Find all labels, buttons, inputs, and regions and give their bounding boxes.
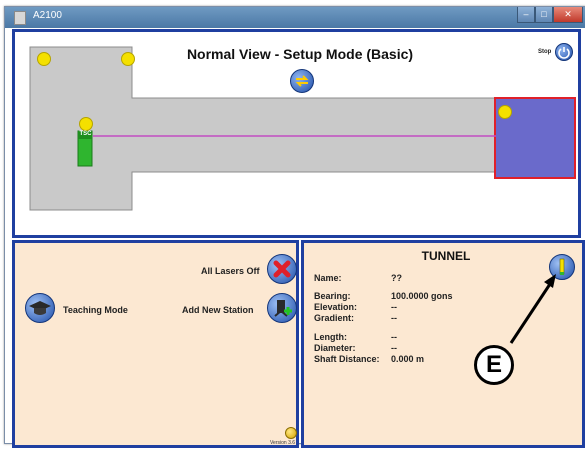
add-new-station-label: Add New Station xyxy=(182,305,254,315)
callout-e-label: E xyxy=(474,345,514,385)
version-label: Version 3.6 xyxy=(270,440,296,446)
add-station-icon xyxy=(274,300,292,317)
maximize-button[interactable]: □ xyxy=(535,7,553,23)
site-map xyxy=(29,46,576,211)
power-icon xyxy=(558,47,570,59)
tsc-label: TSC xyxy=(79,131,92,137)
normal-view-panel: TSC Normal View - Setup Mode (Basic) Sto… xyxy=(12,29,581,238)
view-title: Normal View - Setup Mode (Basic) xyxy=(186,46,414,62)
window-title: A2100 xyxy=(33,10,62,21)
callout-arrow xyxy=(509,274,556,344)
close-button[interactable]: ✕ xyxy=(553,7,583,23)
swap-arrows-icon xyxy=(295,75,309,87)
app-icon xyxy=(14,11,26,25)
add-new-station-button[interactable] xyxy=(267,293,297,323)
graduation-cap-icon xyxy=(29,301,51,315)
stop-label: Stop xyxy=(538,49,552,55)
marker-tsc xyxy=(79,117,93,131)
app-window: A2100 – □ ✕ TSC Normal View - Setup Mode… xyxy=(4,6,585,448)
swap-direction-button[interactable] xyxy=(290,69,314,93)
minimize-button[interactable]: – xyxy=(517,7,535,23)
teaching-mode-label: Teaching Mode xyxy=(63,305,128,315)
teaching-mode-button[interactable] xyxy=(25,293,55,323)
shaft-area xyxy=(29,46,496,211)
marker-top-right xyxy=(121,52,135,66)
title-bar: A2100 – □ ✕ xyxy=(5,7,585,28)
stop-button[interactable] xyxy=(555,43,573,61)
all-lasers-off-button[interactable] xyxy=(267,254,297,284)
red-x-icon xyxy=(273,260,291,278)
all-lasers-off-label: All Lasers Off xyxy=(201,266,260,276)
tunnel-panel: TUNNEL Name: ?? Bearing: 100.0000 gons E… xyxy=(301,240,585,448)
marker-station xyxy=(498,105,512,119)
window-controls: – □ ✕ xyxy=(517,7,583,23)
control-panel: All Lasers Off Teaching Mode Add New Sta… xyxy=(12,240,299,448)
marker-top-left xyxy=(37,52,51,66)
version-button[interactable] xyxy=(285,427,297,439)
